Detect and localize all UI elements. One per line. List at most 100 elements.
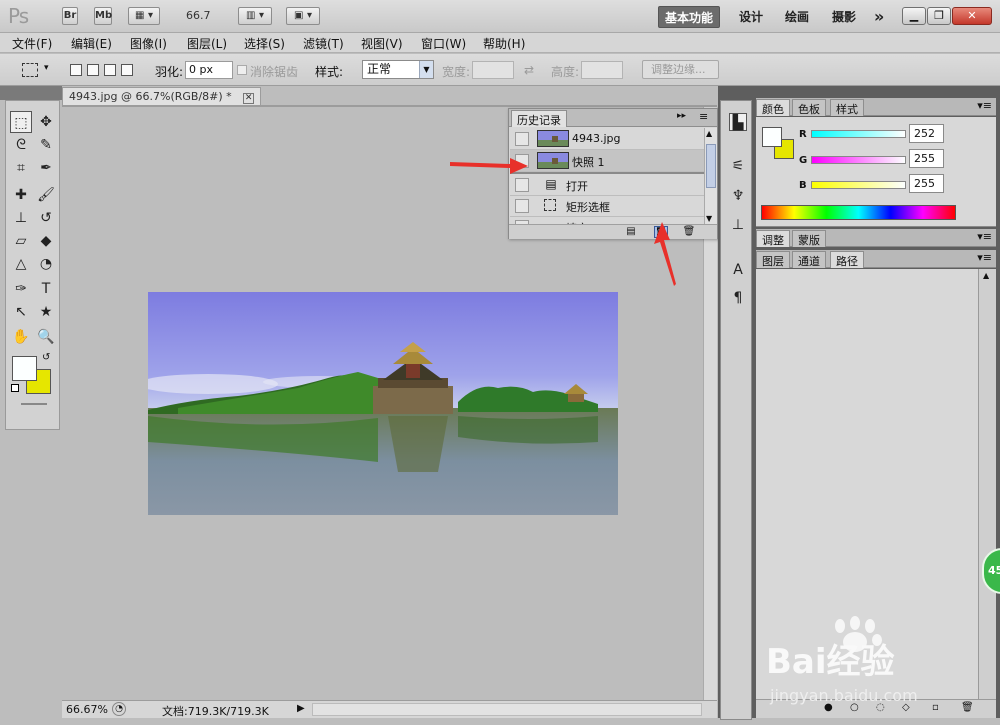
new-path-icon[interactable]: ▫ [932,702,939,713]
lasso-tool-icon[interactable]: ᘓ [10,134,32,156]
tab-adjustments[interactable]: 调整 [756,230,790,247]
style-select[interactable]: 正常 ▼ [362,60,434,79]
swap-colors-icon[interactable]: ↺ [42,352,50,363]
history-scrollbar[interactable]: ▲ ▼ [704,128,717,224]
trash-icon[interactable]: 🗑 [682,226,696,238]
close-button[interactable]: ✕ [952,7,992,25]
status-menu-arrow-icon[interactable]: ▶ [297,703,305,714]
menu-image[interactable]: 图像(I) [130,35,167,52]
restore-button[interactable]: ❐ [927,7,951,25]
crop-tool-icon[interactable]: ⌗ [10,157,32,179]
new-selection-icon[interactable] [70,64,82,76]
brushes-panel-icon[interactable]: ♆ [729,187,747,205]
quick-selection-tool-icon[interactable]: ✎ [35,134,57,156]
tab-channels[interactable]: 通道 [792,251,826,268]
b-slider[interactable] [811,181,906,189]
panel-menu-icon[interactable]: ≡ [699,110,708,123]
history-step-row[interactable]: 矩形选框 [510,195,704,217]
bridge-button[interactable]: Br [62,7,78,25]
workspace-painting[interactable]: 绘画 [779,6,815,28]
shape-tool-icon[interactable]: ★ [35,301,57,323]
create-snapshot-icon[interactable]: ◙ [654,226,668,238]
hand-tool-icon[interactable]: ✋ [10,326,32,348]
menu-help[interactable]: 帮助(H) [483,35,525,52]
preset-dropdown-icon[interactable]: ▾ [44,63,49,73]
history-panel-icon[interactable]: ▙ [729,113,747,131]
scroll-thumb[interactable] [706,144,716,188]
status-info-icon[interactable]: ◔ [112,702,126,716]
menu-select[interactable]: 选择(S) [244,35,285,52]
new-document-from-state-icon[interactable]: ▤ [624,226,638,238]
tab-paths[interactable]: 路径 [830,251,864,268]
zoom-level[interactable]: 66.7 [186,9,211,22]
actions-panel-icon[interactable]: ⚟ [729,157,747,175]
screen-mode-button[interactable]: ▣ ▾ [286,7,320,25]
history-brush-tool-icon[interactable]: ↺ [35,207,57,229]
b-value-input[interactable]: 255 [909,174,944,193]
pen-tool-icon[interactable]: ✑ [10,278,32,300]
character-panel-icon[interactable]: A [729,261,747,279]
menu-edit[interactable]: 编辑(E) [71,35,112,52]
color-spectrum-bar[interactable] [761,205,956,220]
g-value-input[interactable]: 255 [909,149,944,168]
eyedropper-tool-icon[interactable]: ✒ [35,157,57,179]
document-tab[interactable]: 4943.jpg @ 66.7%(RGB/8#) * ✕ [62,87,262,106]
history-source-checkbox[interactable] [515,199,529,213]
zoom-tool-icon[interactable]: 🔍 [35,326,57,348]
workspace-essentials[interactable]: 基本功能 [658,6,721,28]
history-snapshot-row[interactable]: 4943.jpg [510,128,704,150]
history-step-row[interactable]: ▬ 填充 [510,216,704,224]
move-tool-icon[interactable]: ✥ [35,111,57,133]
path-selection-tool-icon[interactable]: ↖ [10,301,32,323]
document-image[interactable] [148,292,618,515]
menu-file[interactable]: 文件(F) [12,35,52,52]
history-source-checkbox[interactable] [515,132,529,146]
default-colors-icon[interactable] [11,384,19,392]
rectangular-marquee-tool-icon[interactable]: ⬚ [10,111,32,133]
workspace-photography[interactable]: 摄影 [826,6,862,28]
menu-filter[interactable]: 滤镜(T) [303,35,344,52]
history-snapshot-row[interactable]: 快照 1 [510,150,704,172]
refine-edge-button[interactable]: 调整边缘... [642,60,719,79]
document-horizontal-scrollbar[interactable] [312,703,702,716]
panel-menu-icon[interactable]: ▾≡ [977,251,992,264]
history-step-row[interactable]: ▤ 打开 [510,174,704,196]
eraser-tool-icon[interactable]: ▱ [10,230,32,252]
paint-bucket-tool-icon[interactable]: ◆ [35,230,57,252]
scroll-up-icon[interactable]: ▲ [983,271,989,280]
type-tool-icon[interactable]: T [35,278,57,300]
clone-stamp-tool-icon[interactable]: ⊥ [10,207,32,229]
antialias-checkbox[interactable] [237,65,247,75]
width-input[interactable] [472,61,514,79]
tab-swatches[interactable]: 色板 [792,99,826,116]
subtract-selection-icon[interactable] [104,64,116,76]
history-source-checkbox[interactable] [515,154,529,168]
panel-menu-icon[interactable]: ▾≡ [977,230,992,243]
panel-menu-icon[interactable]: ▾≡ [977,99,992,112]
feather-input[interactable]: 0 px [185,61,233,79]
tab-history[interactable]: 历史记录 [511,110,567,127]
dodge-tool-icon[interactable]: ◔ [35,253,57,275]
brush-tool-icon[interactable]: 🖌 [35,184,57,206]
tab-styles[interactable]: 样式 [830,99,864,116]
mini-bridge-button[interactable]: Mb [94,7,112,25]
workspace-design[interactable]: 设计 [733,6,769,28]
height-input[interactable] [581,61,623,79]
paragraph-panel-icon[interactable]: ¶ [729,289,747,307]
r-slider[interactable] [811,130,906,138]
minimize-button[interactable]: ▁ [902,7,926,25]
quick-mask-icon[interactable] [21,403,47,405]
r-value-input[interactable]: 252 [909,124,944,143]
collapse-panel-icon[interactable]: ▸▸ [677,111,686,121]
view-extras-button[interactable]: ▦ ▾ [128,7,160,25]
menu-layer[interactable]: 图层(L) [187,35,227,52]
menu-view[interactable]: 视图(V) [361,35,403,52]
blur-tool-icon[interactable]: △ [10,253,32,275]
foreground-color-chip[interactable] [762,127,782,147]
scroll-down-icon[interactable]: ▼ [706,214,712,223]
scroll-up-icon[interactable]: ▲ [706,129,712,138]
marquee-preset-icon[interactable] [22,63,38,77]
foreground-color-swatch[interactable] [12,356,37,381]
close-icon[interactable]: ✕ [243,93,255,104]
clone-source-panel-icon[interactable]: ⊥ [729,216,747,234]
